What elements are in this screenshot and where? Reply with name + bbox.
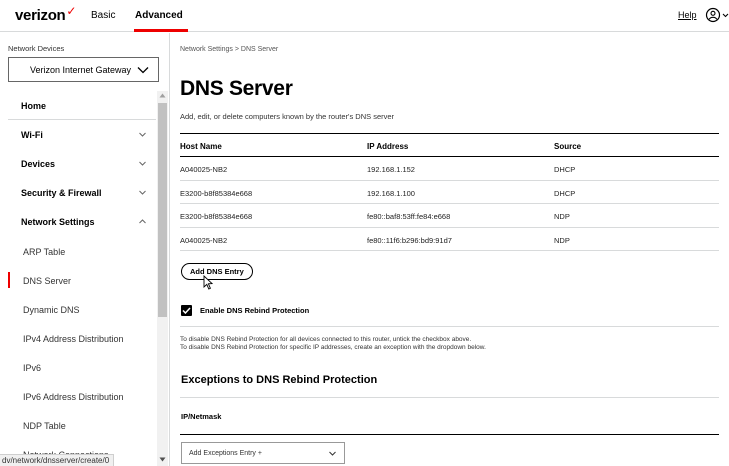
chevron-down-icon [139, 132, 146, 137]
sidebar-item-arp-table[interactable]: ARP Table [0, 236, 156, 265]
sidebar-item-dynamic-dns[interactable]: Dynamic DNS [0, 294, 156, 323]
chevron-up-icon [139, 219, 146, 224]
cell-source: NDP [554, 235, 570, 245]
scroll-down-icon[interactable] [159, 457, 166, 462]
checkmark-icon [182, 307, 191, 314]
chevron-down-icon [329, 451, 336, 456]
active-item-indicator [8, 272, 10, 288]
cell-host-name: E3200-b8f85384e668 [180, 212, 253, 221]
network-device-value: Verizon Internet Gateway [30, 65, 132, 75]
divider [180, 397, 719, 398]
logo-check-icon: ✓ [66, 4, 77, 18]
app-window: verizon✓ Basic Advanced Help Network Dev… [0, 0, 729, 466]
sidebar-item-label: Security & Firewall [21, 188, 102, 198]
sidebar-item-dns-server[interactable]: DNS Server [0, 265, 156, 294]
column-header-source: Source [554, 142, 582, 151]
sidebar-item-label: Dynamic DNS [23, 305, 80, 315]
scroll-up-icon[interactable] [159, 93, 166, 98]
page-description: Add, edit, or delete computers known by … [180, 112, 395, 121]
cell-ip-address: 192.168.1.152 [367, 165, 415, 174]
cell-ip-address: fe80::11f6:b296:bd9:91d7 [367, 235, 452, 245]
sidebar-item-label: NDP Table [23, 421, 66, 431]
sidebar-item-ndp-table[interactable]: NDP Table [0, 410, 156, 439]
add-dns-entry-button[interactable]: Add DNS Entry [181, 263, 253, 280]
sidebar-scrollbar[interactable] [157, 91, 168, 466]
sidebar-item-label: Network Settings [21, 217, 95, 227]
ip-netmask-header: IP/Netmask [181, 412, 222, 421]
sidebar-item-label: Devices [21, 159, 56, 169]
status-bar-url: dv/network/dnsserver/create/0 [0, 454, 115, 466]
cell-ip-address: 192.168.1.100 [367, 188, 415, 198]
mouse-pointer-icon [203, 275, 213, 290]
breadcrumb[interactable]: Network Settings > DNS Server [180, 46, 278, 53]
sidebar-item-security-firewall[interactable]: Security & Firewall [0, 178, 156, 207]
active-tab-indicator [134, 29, 188, 32]
dns-rebind-checkbox[interactable] [181, 305, 192, 316]
info-line: To disable DNS Rebind Protection for all… [180, 336, 472, 343]
cell-host-name: A040025-NB2 [180, 165, 228, 174]
cell-host-name: E3200-b8f85384e668 [180, 188, 253, 198]
dns-rebind-label[interactable]: Enable DNS Rebind Protection [200, 306, 309, 315]
cell-source: NDP [554, 212, 570, 221]
table-row[interactable]: A040025-NB2 fe80::11f6:b296:bd9:91d7 NDP [180, 228, 719, 251]
top-bar: verizon✓ Basic Advanced Help [0, 0, 729, 32]
cell-host-name: A040025-NB2 [180, 235, 228, 245]
scrollbar-thumb[interactable] [158, 103, 167, 317]
dns-table: Host Name IP Address Source A040025-NB2 … [180, 133, 719, 251]
sidebar-item-label: Wi-Fi [21, 130, 43, 140]
sidebar-item-ipv4-address-distribution[interactable]: IPv4 Address Distribution [0, 323, 156, 352]
table-header: Host Name IP Address Source [180, 133, 719, 157]
rebind-info-text: To disable DNS Rebind Protection for all… [180, 336, 486, 352]
divider [180, 326, 719, 327]
tab-basic[interactable]: Basic [91, 10, 115, 21]
sidebar-nav: Home Wi-Fi Devices Security & Firewall N… [0, 91, 156, 466]
tab-advanced[interactable]: Advanced [135, 10, 183, 21]
verizon-logo[interactable]: verizon✓ [15, 4, 77, 24]
table-row[interactable]: E3200-b8f85384e668 192.168.1.100 DHCP [180, 181, 719, 204]
chevron-down-icon [139, 190, 146, 195]
network-devices-label: Network Devices [8, 44, 65, 53]
exceptions-heading: Exceptions to DNS Rebind Protection [181, 374, 378, 386]
add-exceptions-value: Add Exceptions Entry + [189, 450, 262, 457]
sidebar-item-label: Home [21, 101, 47, 111]
table-row[interactable]: A040025-NB2 192.168.1.152 DHCP [180, 157, 719, 181]
sidebar-item-label: DNS Server [23, 276, 72, 286]
sidebar-item-label: IPv6 Address Distribution [23, 392, 124, 402]
cell-ip-address: fe80::baf8:53ff:fe84:e668 [367, 212, 451, 221]
main-content: Network Settings > DNS Server DNS Server… [170, 33, 729, 466]
sidebar-item-network-settings[interactable]: Network Settings [0, 207, 156, 236]
chevron-down-icon [137, 67, 149, 74]
info-line: To disable DNS Rebind Protection for spe… [180, 344, 486, 351]
sidebar-item-home[interactable]: Home [0, 91, 156, 120]
add-exceptions-select[interactable]: Add Exceptions Entry + [181, 442, 345, 464]
cell-source: DHCP [554, 165, 576, 174]
network-device-select[interactable]: Verizon Internet Gateway [8, 57, 159, 82]
cell-source: DHCP [554, 188, 576, 198]
sidebar-item-wifi[interactable]: Wi-Fi [0, 120, 156, 149]
sidebar-item-devices[interactable]: Devices [0, 149, 156, 178]
divider [180, 434, 719, 435]
sidebar-item-ipv6[interactable]: IPv6 [0, 352, 156, 381]
column-header-host-name: Host Name [180, 142, 222, 151]
table-row[interactable]: E3200-b8f85384e668 fe80::baf8:53ff:fe84:… [180, 204, 719, 228]
sidebar-item-label: ARP Table [23, 247, 66, 257]
sidebar-item-label: IPv6 [23, 363, 42, 373]
sidebar-item-ipv6-address-distribution[interactable]: IPv6 Address Distribution [0, 381, 156, 410]
logo-text: verizon [15, 7, 66, 24]
sidebar-item-label: IPv4 Address Distribution [23, 334, 124, 344]
chevron-down-icon [139, 161, 146, 166]
user-account-icon[interactable] [705, 7, 729, 23]
page-title: DNS Server [180, 77, 293, 100]
sidebar: Network Devices Verizon Internet Gateway… [0, 33, 170, 466]
help-link[interactable]: Help [678, 10, 697, 20]
column-header-ip-address: IP Address [367, 142, 409, 151]
